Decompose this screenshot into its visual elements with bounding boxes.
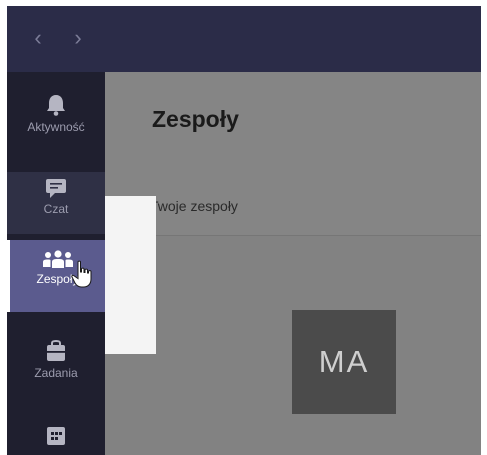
- chat-icon: [46, 179, 66, 198]
- bell-icon: [47, 95, 65, 116]
- divider: [105, 235, 481, 236]
- rail-item-label: Czat: [43, 202, 69, 216]
- rail-item-activity[interactable]: Aktywność: [7, 94, 105, 134]
- calendar-icon: [47, 427, 65, 445]
- rail-item-calendar[interactable]: [7, 426, 105, 450]
- page-title: Zespoły: [152, 106, 239, 132]
- rail-item-assignments[interactable]: Zadania: [7, 340, 105, 380]
- assignments-icon: [47, 340, 65, 361]
- rail-item-chat[interactable]: Czat: [7, 172, 105, 234]
- teams-window: ‹ › Aktywność Czat Zespoły Zadania Zespo…: [7, 6, 481, 455]
- forward-button[interactable]: ›: [67, 26, 89, 50]
- rail-item-label: Aktywność: [27, 120, 85, 134]
- rail-item-label: Zadania: [34, 366, 78, 380]
- back-button[interactable]: ‹: [27, 26, 49, 50]
- teams-header: Zespoły Twoje zespoły: [105, 72, 481, 236]
- flyout-panel: [105, 196, 156, 354]
- teams-content: Zespoły Twoje zespoły MA: [105, 72, 481, 455]
- teams-icon: [42, 250, 73, 268]
- team-tile-initials: MA: [318, 344, 370, 379]
- hand-cursor-icon: [71, 260, 92, 288]
- chevron-right-icon: ›: [74, 25, 82, 50]
- your-teams-label: Twoje zespoły: [150, 198, 238, 214]
- title-bar: ‹ ›: [7, 6, 481, 72]
- team-tile[interactable]: MA: [292, 310, 396, 414]
- chevron-left-icon: ‹: [34, 25, 42, 50]
